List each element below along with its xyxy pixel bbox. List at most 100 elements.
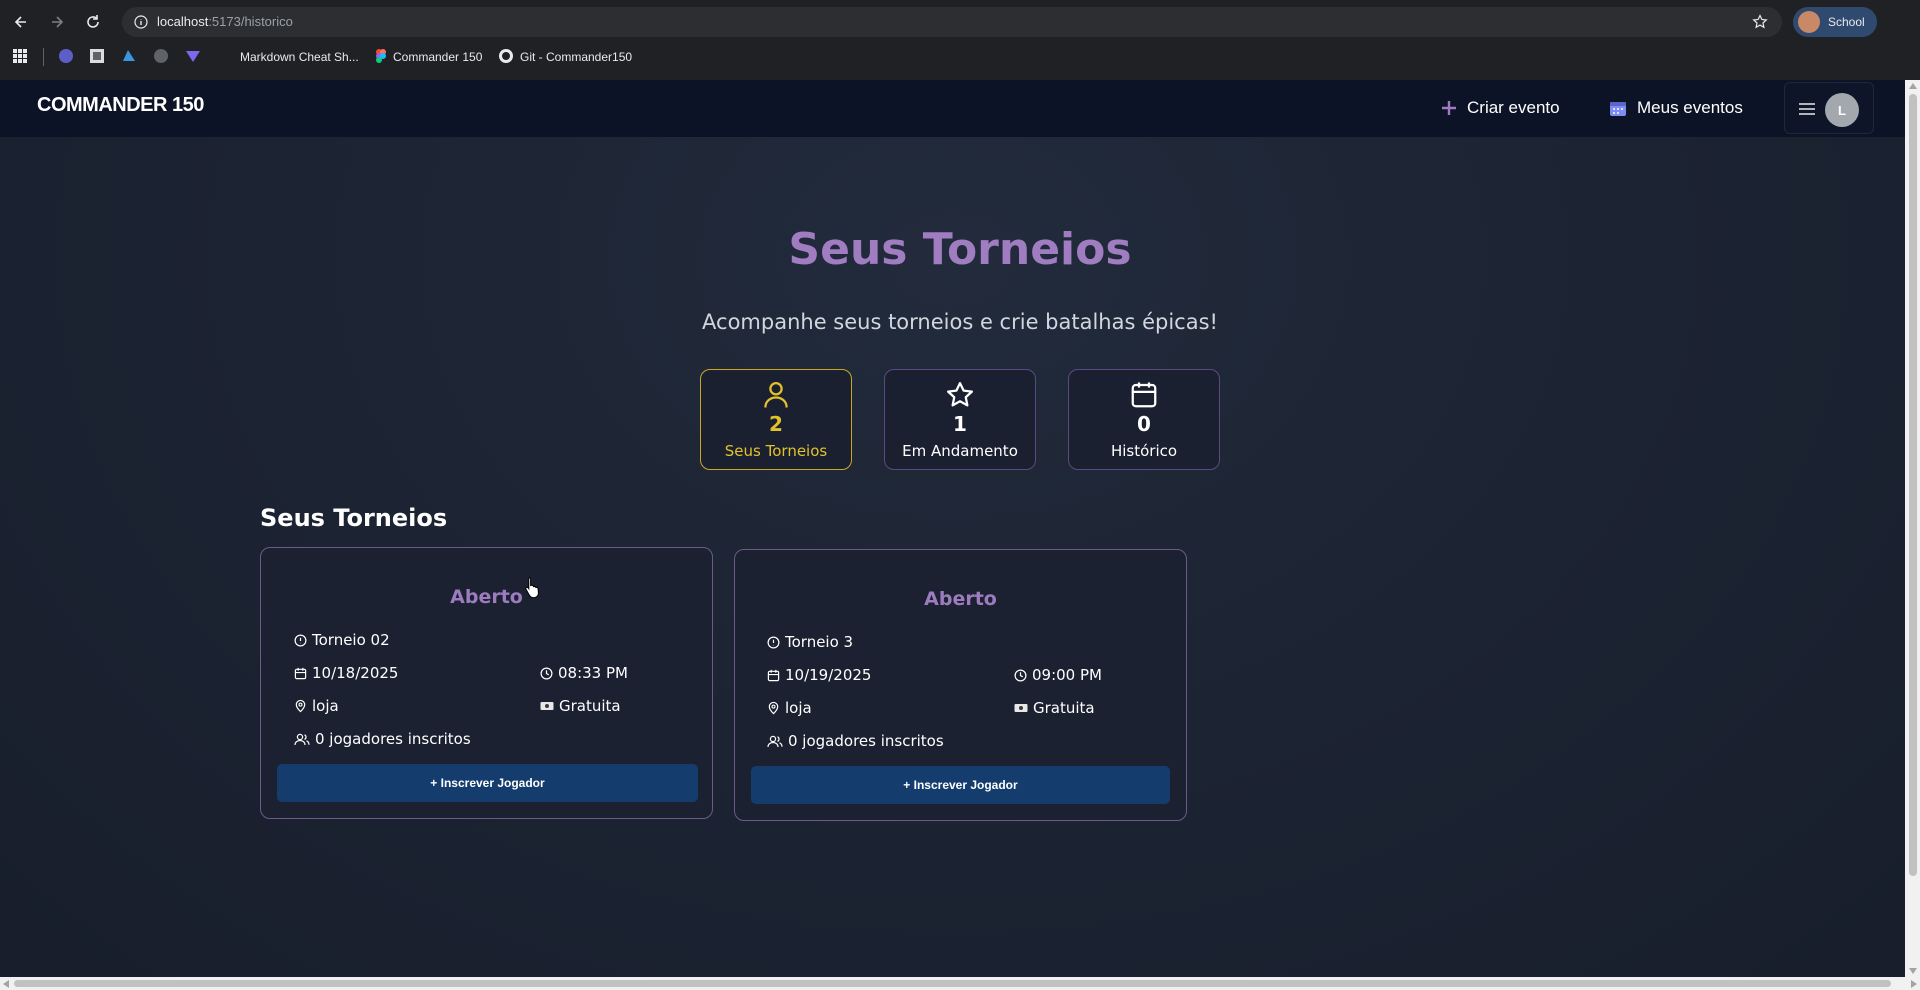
bookmarks-bar: Markdown Cheat Sh... Commander 150 Git -… xyxy=(0,44,1920,70)
profile-name: School xyxy=(1828,15,1865,29)
github-icon[interactable] xyxy=(498,48,514,64)
page-subtitle: Acompanhe seus torneios e crie batalhas … xyxy=(702,310,1218,334)
plus-icon xyxy=(1442,101,1456,115)
register-player-button[interactable]: + Inscrever Jogador xyxy=(277,764,698,802)
status-badge: Aberto xyxy=(450,586,523,608)
tournament-name: Torneio 02 xyxy=(312,631,390,649)
my-events-label: Meus eventos xyxy=(1637,98,1743,117)
my-events-link[interactable]: Meus eventos xyxy=(1609,98,1743,118)
address-bar[interactable]: localhost:5173/historico xyxy=(122,7,1782,37)
money-icon xyxy=(540,702,554,710)
scroll-right-icon[interactable] xyxy=(1911,980,1917,988)
stat-value: 0 xyxy=(1137,412,1151,436)
tournament-time: 09:00 PM xyxy=(1032,666,1102,684)
users-icon xyxy=(294,733,310,745)
url-text: localhost:5173/historico xyxy=(157,14,293,29)
section-title: Seus Torneios xyxy=(260,504,448,532)
date-row: 10/19/2025 xyxy=(767,666,871,684)
vertical-scrollbar[interactable] xyxy=(1905,80,1920,977)
azure-icon[interactable] xyxy=(121,48,137,64)
tournament-location: loja xyxy=(312,697,339,715)
calendar-icon xyxy=(767,669,780,681)
bookmark-star-icon[interactable] xyxy=(1752,14,1768,30)
reload-icon[interactable] xyxy=(81,10,105,34)
logo[interactable]: COMMANDER 150 xyxy=(37,94,204,117)
info-icon xyxy=(294,634,307,646)
map-pin-icon xyxy=(768,701,779,715)
clock-icon xyxy=(1014,669,1027,681)
money-icon xyxy=(1014,704,1028,712)
tournament-name: Torneio 3 xyxy=(785,633,854,651)
date-row: 10/18/2025 xyxy=(294,664,398,682)
scroll-thumb[interactable] xyxy=(14,980,1891,987)
tournament-card[interactable]: Aberto Torneio 3 10/19/2025 09:00 PM loj… xyxy=(734,549,1187,821)
tournament-date: 10/19/2025 xyxy=(785,666,872,684)
tournament-name-row: Torneio 3 xyxy=(767,633,853,651)
create-event-link[interactable]: Criar evento xyxy=(1441,98,1560,118)
user-menu[interactable]: L xyxy=(1784,82,1874,134)
profile-button[interactable]: School xyxy=(1793,7,1877,37)
forward-icon[interactable] xyxy=(45,10,69,34)
bookmark-git[interactable]: Git - Commander150 xyxy=(520,50,632,64)
create-event-label: Criar evento xyxy=(1467,98,1560,117)
stat-value: 2 xyxy=(769,412,783,436)
scroll-left-icon[interactable] xyxy=(3,980,9,988)
apps-grid-icon[interactable] xyxy=(12,48,28,64)
horizontal-scrollbar[interactable] xyxy=(0,977,1920,990)
stat-card-history[interactable]: 0 Histórico xyxy=(1068,369,1220,470)
github-dim-icon[interactable] xyxy=(153,48,169,64)
profile-avatar xyxy=(1798,11,1820,33)
stat-value: 1 xyxy=(953,412,967,436)
bookmarks-divider xyxy=(43,48,44,66)
players-row: 0 jogadores inscritos xyxy=(294,730,471,748)
tournament-card[interactable]: Aberto Torneio 02 10/18/2025 08:33 PM lo… xyxy=(260,547,713,819)
hand-cursor-icon xyxy=(525,577,539,598)
teams-icon[interactable] xyxy=(58,48,74,64)
bookmark-markdown[interactable]: Markdown Cheat Sh... xyxy=(240,50,359,64)
stat-label: Seus Torneios xyxy=(724,442,828,460)
register-player-button[interactable]: + Inscrever Jogador xyxy=(751,766,1170,804)
stat-card-in-progress[interactable]: 1 Em Andamento xyxy=(884,369,1036,470)
scroll-thumb[interactable] xyxy=(1909,94,1917,876)
clock-icon xyxy=(540,667,553,679)
tournament-location: loja xyxy=(785,699,812,717)
tournament-price: Gratuita xyxy=(1033,699,1095,717)
site-info-icon[interactable] xyxy=(134,15,148,29)
figma-icon[interactable] xyxy=(373,48,389,64)
users-icon xyxy=(767,735,783,747)
calendar-icon xyxy=(1131,382,1157,408)
bookmark-commander[interactable]: Commander 150 xyxy=(393,50,482,64)
page-title: Seus Torneios xyxy=(788,224,1132,275)
browser-chrome: localhost:5173/historico School Markdown… xyxy=(0,0,1920,80)
avatar[interactable]: L xyxy=(1825,93,1859,127)
time-row: 08:33 PM xyxy=(540,664,628,682)
tournament-players: 0 jogadores inscritos xyxy=(315,730,471,748)
calendar-icon xyxy=(1610,102,1626,116)
app-header: COMMANDER 150 Criar evento Meus eventos … xyxy=(0,80,1905,137)
vite-icon[interactable] xyxy=(185,48,201,64)
hamburger-icon[interactable] xyxy=(1799,102,1815,116)
map-pin-icon xyxy=(295,699,306,713)
stat-label: Em Andamento xyxy=(902,442,1018,460)
app-viewport: COMMANDER 150 Criar evento Meus eventos … xyxy=(0,80,1905,977)
tournament-players: 0 jogadores inscritos xyxy=(788,732,944,750)
stat-card-my-tournaments[interactable]: 2 Seus Torneios xyxy=(700,369,852,470)
price-row: Gratuita xyxy=(1014,699,1095,717)
scroll-down-icon[interactable] xyxy=(1909,968,1917,974)
back-icon[interactable] xyxy=(9,10,33,34)
location-row: loja xyxy=(767,699,812,717)
players-row: 0 jogadores inscritos xyxy=(767,732,944,750)
scroll-up-icon[interactable] xyxy=(1909,83,1917,89)
tournament-time: 08:33 PM xyxy=(558,664,628,682)
price-row: Gratuita xyxy=(540,697,621,715)
stat-label: Histórico xyxy=(1110,442,1178,460)
star-icon xyxy=(947,382,973,407)
site-bookmark-icon[interactable] xyxy=(89,48,105,64)
user-icon xyxy=(764,382,788,408)
tournament-price: Gratuita xyxy=(559,697,621,715)
tournament-date: 10/18/2025 xyxy=(312,664,399,682)
time-row: 09:00 PM xyxy=(1014,666,1102,684)
tournament-name-row: Torneio 02 xyxy=(294,631,390,649)
location-row: loja xyxy=(294,697,339,715)
calendar-icon xyxy=(294,667,307,679)
